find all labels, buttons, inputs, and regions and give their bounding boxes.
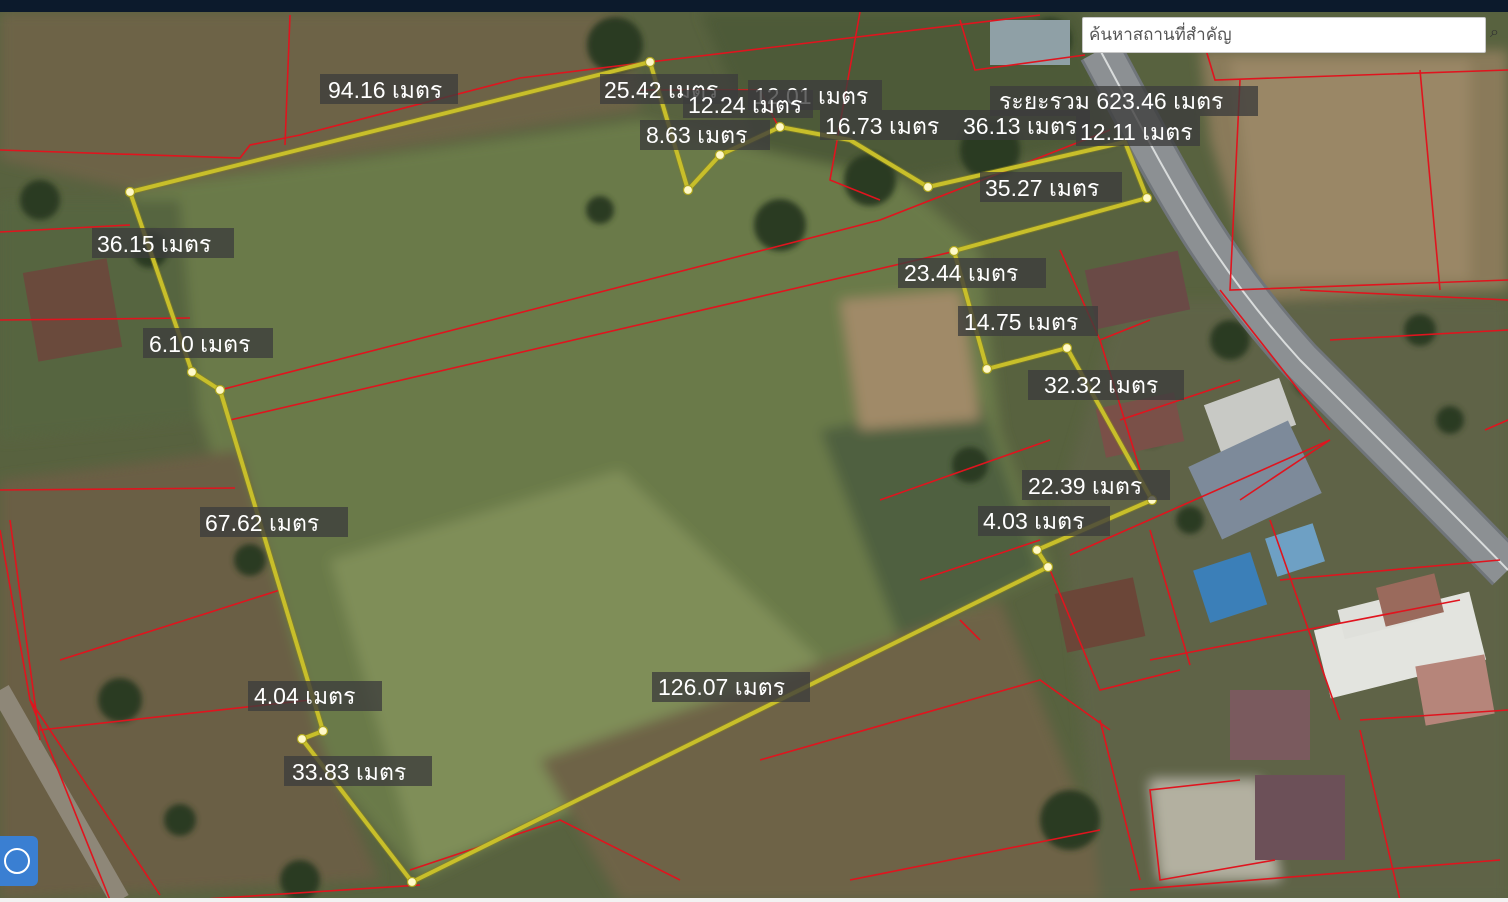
measure-label: 33.83 เมตร <box>292 759 406 785</box>
top-bar <box>0 0 1508 12</box>
measure-label: 32.32 เมตร <box>1044 372 1158 398</box>
measure-label: 36.15 เมตร <box>97 231 211 257</box>
measure-label: 8.63 เมตร <box>646 122 747 148</box>
measure-label: 36.13 เมตร <box>963 113 1077 139</box>
measure-label: 23.44 เมตร <box>904 260 1018 286</box>
measure-label: 16.73 เมตร <box>825 113 939 139</box>
measure-label: 67.62 เมตร <box>205 510 319 536</box>
bottom-strip <box>0 898 1508 902</box>
map-canvas[interactable]: 94.16 เมตร 25.42 เมตร 12.01 เมตร 12.24 เ… <box>0 12 1508 900</box>
measure-label: 126.07 เมตร <box>658 674 785 700</box>
search-input[interactable] <box>1082 17 1486 53</box>
measure-label: 22.39 เมตร <box>1028 473 1142 499</box>
measure-label: 12.11 เมตร <box>1080 119 1193 145</box>
measure-label: 94.16 เมตร <box>328 77 442 103</box>
locate-button[interactable] <box>0 836 38 886</box>
locate-icon <box>4 848 30 874</box>
map-view[interactable]: 94.16 เมตร 25.42 เมตร 12.01 เมตร 12.24 เ… <box>0 0 1508 902</box>
measure-label: 4.03 เมตร <box>983 508 1084 534</box>
measure-label: 6.10 เมตร <box>149 331 250 357</box>
total-distance-label: ระยะรวม 623.46 เมตร <box>999 88 1223 114</box>
search-icon[interactable]: ⌕ <box>1490 22 1508 48</box>
measure-label: 12.24 เมตร <box>688 92 802 118</box>
measure-label: 4.04 เมตร <box>254 683 355 709</box>
measure-label: 14.75 เมตร <box>964 309 1078 335</box>
measure-label: 35.27 เมตร <box>985 175 1099 201</box>
